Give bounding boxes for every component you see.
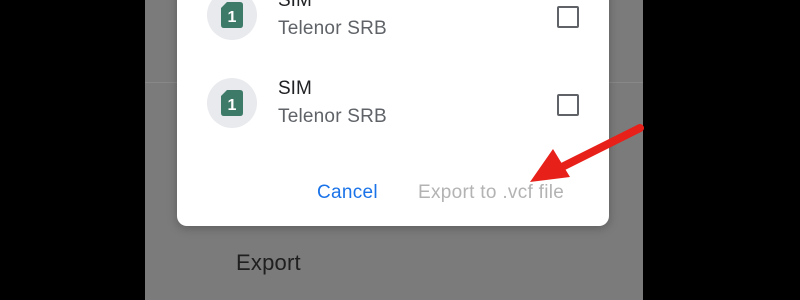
red-arrow-annotation-icon: [530, 124, 644, 182]
screenshot-stage: Export 1 SIM Telenor SRB 1 SIM Telenor S…: [0, 0, 800, 300]
